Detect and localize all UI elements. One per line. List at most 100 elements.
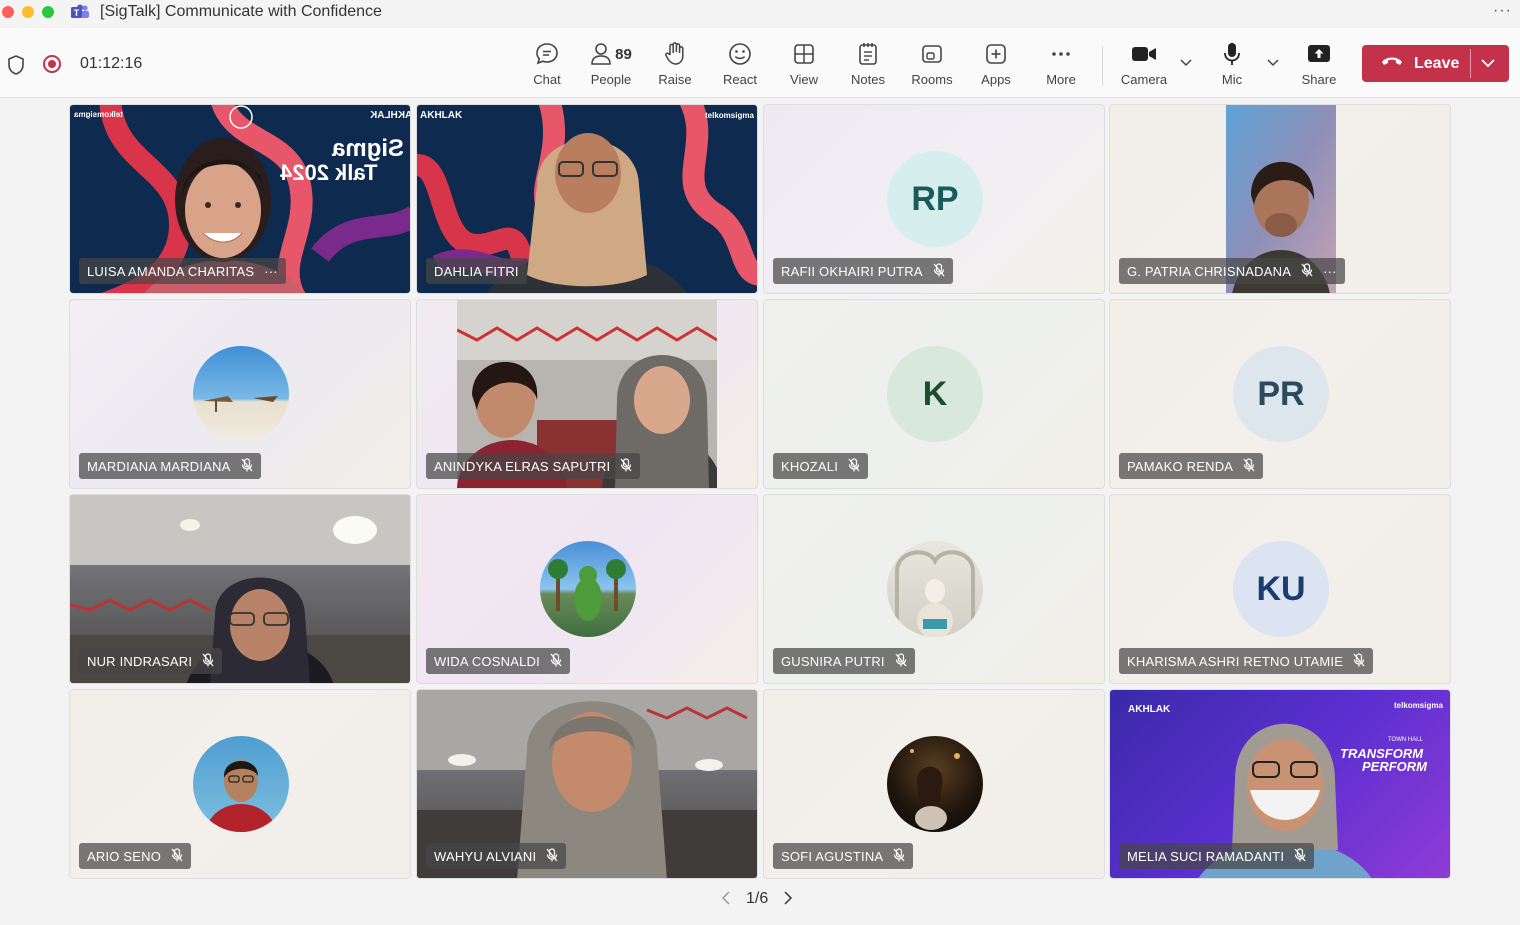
mic-muted-icon (241, 457, 253, 475)
hand-icon (663, 40, 687, 68)
participant-tile[interactable]: WAHYU ALVIANI (416, 689, 758, 879)
more-button[interactable]: More (1043, 40, 1079, 92)
mic-muted-icon (1301, 262, 1313, 280)
participant-name: ARIO SENO (87, 848, 162, 864)
participant-tile[interactable]: RP RAFII OKHAIRI PUTRA (763, 104, 1105, 294)
perform-text: PERFORM (1362, 759, 1427, 774)
participant-tile[interactable]: ARIO SENO (69, 689, 411, 879)
rooms-button[interactable]: Rooms (909, 40, 955, 92)
apps-label: Apps (981, 72, 1011, 87)
participant-tile[interactable]: WIDA COSNALDI (416, 494, 758, 684)
participant-name-tag: SOFI AGUSTINA (773, 843, 914, 869)
camera-options-chevron-icon[interactable] (1180, 56, 1192, 70)
participant-name: G. PATRIA CHRISNADANA (1127, 263, 1292, 279)
participant-name-tag: WIDA COSNALDI (426, 648, 570, 674)
participant-name-tag: ANINDYKA ELRAS SAPUTRI (426, 453, 641, 479)
participant-name-tag: DAHLIA FITRI (426, 258, 527, 284)
akhlak-logo-mirrored: AKHLAK (370, 110, 411, 121)
notes-icon (857, 40, 879, 68)
react-button[interactable]: React (719, 40, 761, 92)
titlebar-more-icon[interactable]: ··· (1493, 2, 1512, 20)
chat-button[interactable]: Chat (527, 40, 567, 92)
profile-photo-avatar (887, 736, 983, 832)
participant-tile[interactable]: ANINDYKA ELRAS SAPUTRI (416, 299, 758, 489)
leave-button[interactable]: Leave (1362, 45, 1509, 82)
initials-avatar: KU (1233, 541, 1329, 637)
telkomsigma-logo-mirrored: telkomsigma (74, 110, 123, 119)
mic-muted-icon (933, 262, 945, 280)
close-window-button[interactable] (2, 6, 14, 18)
more-options-icon[interactable]: ··· (1323, 264, 1337, 279)
window-title: [SigTalk] Communicate with Confidence (100, 3, 382, 20)
participant-tile[interactable]: GUSNIRA PUTRI (763, 494, 1105, 684)
participant-name: SOFI AGUSTINA (781, 848, 884, 864)
meeting-timer: 01:12:16 (80, 55, 143, 72)
participant-tile[interactable]: telkomsigma AKHLAK Sigma Talk 2024 LUISA… (69, 104, 411, 294)
participant-name: KHARISMA ASHRI RETNO UTAMIE (1127, 653, 1344, 669)
chat-label: Chat (533, 72, 561, 87)
apps-button[interactable]: Apps (978, 40, 1014, 92)
participant-tile[interactable]: PR PAMAKO RENDA (1109, 299, 1451, 489)
participant-tile[interactable]: KU KHARISMA ASHRI RETNO UTAMIE (1109, 494, 1451, 684)
participant-name: MARDIANA MARDIANA (87, 458, 231, 474)
participant-name-tag: KHARISMA ASHRI RETNO UTAMIE (1119, 648, 1374, 674)
profile-photo-avatar (193, 346, 289, 442)
leave-options-chevron-icon[interactable] (1480, 55, 1496, 76)
profile-photo-avatar (193, 736, 289, 832)
participant-name-tag: G. PATRIA CHRISNADANA ··· (1119, 258, 1345, 284)
previous-page-chevron-icon[interactable] (721, 890, 730, 908)
akhlak-logo: AKHLAK (420, 110, 463, 121)
camera-button[interactable]: Camera (1119, 40, 1169, 92)
raise-hand-button[interactable]: Raise (655, 40, 695, 92)
participant-name-tag: WAHYU ALVIANI (426, 843, 567, 869)
participant-name: WIDA COSNALDI (434, 653, 540, 669)
participant-name: ANINDYKA ELRAS SAPUTRI (434, 458, 611, 474)
maximize-window-button[interactable] (42, 6, 54, 18)
window-controls (2, 6, 54, 18)
title-bar: T [SigTalk] Communicate with Confidence … (0, 0, 1520, 24)
participant-tile[interactable]: MARDIANA MARDIANA (69, 299, 411, 489)
shield-icon[interactable] (6, 54, 26, 81)
raise-label: Raise (658, 72, 692, 87)
share-button[interactable]: Share (1299, 40, 1339, 92)
participant-name: GUSNIRA PUTRI (781, 653, 885, 669)
camera-label: Camera (1120, 72, 1168, 87)
next-page-chevron-icon[interactable] (784, 890, 793, 908)
leave-label: Leave (1414, 54, 1460, 72)
participant-name: PAMAKO RENDA (1127, 458, 1234, 474)
people-label: People (590, 72, 632, 87)
telkomsigma-logo: telkomsigma (1394, 701, 1443, 710)
smiley-icon (727, 40, 753, 68)
mic-muted-icon (550, 652, 562, 670)
participant-tile[interactable]: AKHLAK telkomsigma DAHLIA FITRI (416, 104, 758, 294)
participant-tile[interactable]: SOFI AGUSTINA (763, 689, 1105, 879)
meeting-toolbar: 01:12:16 Chat 89 People Raise React View (0, 28, 1520, 98)
mic-options-chevron-icon[interactable] (1267, 56, 1279, 70)
page-indicator: 1/6 (746, 890, 769, 907)
participant-name: NUR INDRASARI (87, 653, 193, 669)
participant-tile[interactable]: NUR INDRASARI (69, 494, 411, 684)
view-label: View (790, 72, 818, 87)
microphone-icon (1221, 40, 1243, 68)
participant-name-tag: ARIO SENO (79, 843, 192, 869)
mic-button[interactable]: Mic (1216, 40, 1248, 92)
more-options-icon[interactable]: ··· (264, 264, 278, 279)
participant-tile[interactable]: K KHOZALI (763, 299, 1105, 489)
participant-name-tag: KHOZALI (773, 453, 869, 479)
participant-tile[interactable]: G. PATRIA CHRISNADANA ··· (1109, 104, 1451, 294)
mic-muted-icon (848, 457, 860, 475)
svg-text:T: T (74, 8, 80, 18)
participant-tile[interactable]: AKHLAK telkomsigma TOWN HALL TRANSFORM P… (1109, 689, 1451, 879)
participant-name: RAFII OKHAIRI PUTRA (781, 263, 923, 279)
recording-icon (43, 55, 61, 73)
participant-name: LUISA AMANDA CHARITAS (87, 263, 255, 279)
people-button[interactable]: 89 People (586, 40, 636, 92)
mic-muted-icon (1243, 457, 1255, 475)
minimize-window-button[interactable] (22, 6, 34, 18)
sigma-text-mirrored: Sigma (332, 135, 405, 162)
share-label: Share (1301, 72, 1337, 87)
view-button[interactable]: View (786, 40, 822, 92)
rooms-icon (920, 40, 944, 68)
people-icon-group: 89 (590, 40, 632, 68)
notes-button[interactable]: Notes (849, 40, 887, 92)
